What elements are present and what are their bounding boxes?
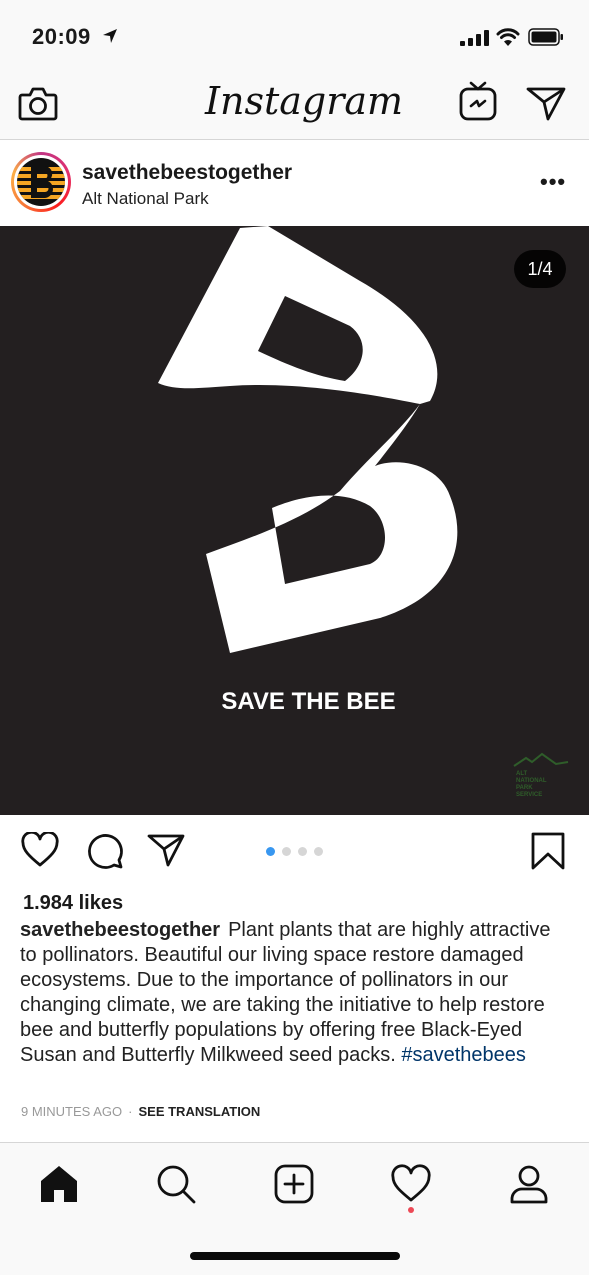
carousel-dot <box>298 847 307 856</box>
post-meta: 9 MINUTES AGO · SEE TRANSLATION <box>21 1104 260 1119</box>
alt-national-park-watermark: ALT NATIONAL PARK SERVICE <box>513 752 569 798</box>
distorted-b-graphic <box>158 226 458 653</box>
igtv-icon[interactable] <box>459 80 497 122</box>
battery-icon <box>528 28 563 46</box>
add-post-icon[interactable] <box>274 1164 314 1204</box>
home-indicator[interactable] <box>190 1252 400 1260</box>
caption-hashtag[interactable]: #savethebees <box>401 1044 526 1066</box>
signal-icon <box>460 30 489 46</box>
carousel-indicator <box>266 847 326 857</box>
heart-icon[interactable] <box>21 832 59 868</box>
post-time-ago: 9 MINUTES AGO <box>21 1104 123 1119</box>
app-title: Instagram <box>205 79 404 123</box>
search-icon[interactable] <box>156 1164 196 1204</box>
watermark-line: ALT <box>516 771 528 777</box>
carousel-dot <box>314 847 323 856</box>
post-username[interactable]: savethebeestogether <box>82 161 292 185</box>
caption-username[interactable]: savethebeestogether <box>20 919 220 941</box>
more-options-button[interactable]: ••• <box>540 170 566 194</box>
post-caption: savethebeestogether Plant plants that are… <box>20 918 570 1068</box>
avatar[interactable] <box>17 158 65 206</box>
bookmark-icon[interactable] <box>530 832 566 870</box>
meta-separator: · <box>128 1104 133 1119</box>
comment-icon[interactable] <box>86 832 124 870</box>
camera-icon[interactable] <box>18 84 58 122</box>
watermark-line: SERVICE <box>516 792 542 798</box>
see-translation-link[interactable]: SEE TRANSLATION <box>138 1104 260 1119</box>
direct-message-icon[interactable] <box>526 84 566 122</box>
carousel-dot <box>266 847 275 856</box>
watermark-line: NATIONAL <box>516 778 547 784</box>
location-arrow-icon <box>103 29 117 43</box>
post-image[interactable] <box>0 226 589 815</box>
slide-counter: 1/4 <box>514 250 566 288</box>
notification-dot <box>408 1207 414 1213</box>
watermark-line: PARK <box>516 785 533 791</box>
wifi-icon <box>496 28 520 46</box>
carousel-dot <box>282 847 291 856</box>
image-caption-text: SAVE THE BEE <box>221 688 396 715</box>
share-icon[interactable] <box>147 832 185 868</box>
profile-icon[interactable] <box>509 1164 549 1204</box>
status-time: 20:09 <box>32 24 91 49</box>
activity-heart-icon[interactable] <box>391 1164 431 1204</box>
post-location[interactable]: Alt National Park <box>82 189 209 209</box>
home-icon[interactable] <box>39 1164 79 1204</box>
like-count[interactable]: 1.984 likes <box>23 892 123 915</box>
